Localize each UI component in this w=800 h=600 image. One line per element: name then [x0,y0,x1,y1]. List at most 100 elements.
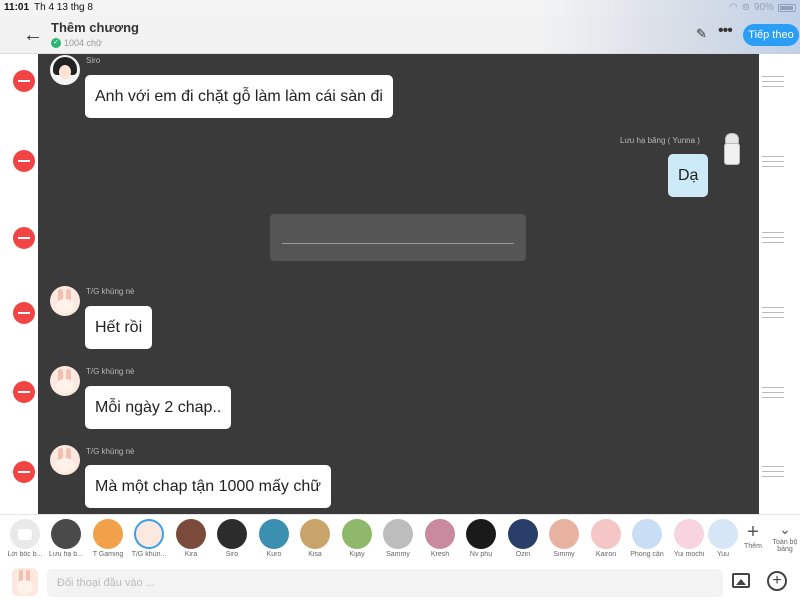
add-character-label: Thêm [744,543,762,550]
add-character-button[interactable]: + Thêm [740,521,766,550]
character-avatar [708,519,738,549]
character-item[interactable]: Kisa [296,519,334,558]
all-characters-button[interactable]: ⌄ Toàn bộ bảng [770,519,800,553]
character-name: Kira [184,551,198,558]
sender-name: Lưu hạ băng ( Yunna ) [620,136,700,145]
character-avatar [425,519,455,549]
next-button[interactable]: Tiếp theo [743,24,799,46]
add-circle-icon[interactable]: + [767,571,787,591]
sender-name: T/G khùng nè [86,287,135,296]
character-name: Kresh [430,551,450,558]
word-count: ✓ 1004 chữ [51,38,102,48]
character-avatar [217,519,247,549]
battery-percent: 90% [753,2,774,13]
wifi-icon: ◠ [728,2,738,13]
character-strip: Lời bốc b... Lưu hạ b... T Gaming T/G kh… [0,514,800,566]
remove-message-button[interactable] [13,150,35,172]
character-item[interactable]: Ozin [504,519,542,558]
character-avatar [300,519,330,549]
orientation-lock-icon: ⊚ [741,2,750,13]
edit-pencil-icon[interactable]: ✎ [696,26,707,42]
remove-column [0,54,38,514]
character-avatar [134,519,164,549]
avatar [50,366,80,396]
chevron-down-icon: ⌄ [779,521,791,537]
character-item[interactable]: Kijay [338,519,376,558]
all-characters-label: Toàn bộ bảng [772,539,798,553]
message-bubble[interactable]: Anh với em đi chặt gỗ làm làm cái sàn đi [85,75,393,118]
character-avatar [51,519,81,549]
current-speaker-avatar[interactable] [12,568,38,596]
header: ← Thêm chương ✓ 1004 chữ ✎ ••• Tiếp theo [0,0,800,54]
sender-name: T/G khùng nè [86,447,135,456]
status-date: Th 4 13 thg 8 [34,2,93,13]
more-options-icon[interactable]: ••• [718,22,733,40]
character-name: Ozin [515,551,531,558]
remove-message-button[interactable] [13,302,35,324]
remove-message-button[interactable] [13,70,35,92]
character-name: Lời bốc b... [7,551,43,558]
image-icon[interactable] [732,573,750,588]
drag-handle-icon[interactable] [762,76,784,88]
character-name: Kuro [266,551,282,558]
remove-message-button[interactable] [13,227,35,249]
character-name: Phong cận [630,551,664,558]
status-indicators: ◠ ⊚ 90% [729,2,796,13]
character-avatar [508,519,538,549]
avatar [50,286,80,316]
sender-name: Siro [86,56,101,65]
drag-handle-icon[interactable] [762,232,784,244]
character-avatar [342,519,372,549]
character-avatar [632,519,662,549]
character-item[interactable]: Yuu [708,519,738,558]
character-avatar [549,519,579,549]
character-item[interactable]: Kira [172,519,210,558]
scene-divider[interactable] [270,214,526,261]
character-name: Sammy [386,551,410,558]
remove-message-button[interactable] [13,461,35,483]
message-bubble[interactable]: Hết rồi [85,306,153,349]
character-item[interactable]: Kresh [421,519,459,558]
message-bubble[interactable]: Dạ [668,154,709,197]
dialogue-input[interactable] [47,569,723,597]
character-item[interactable]: Sammy [379,519,417,558]
plus-icon: + [747,521,759,543]
character-avatar [466,519,496,549]
check-icon: ✓ [51,38,61,48]
battery-icon [778,3,796,12]
character-name: Kijay [349,551,365,558]
back-arrow-icon[interactable]: ← [22,24,44,46]
character-avatar [591,519,621,549]
message-bubble[interactable]: Mỗi ngày 2 chap.. [85,386,232,429]
character-item[interactable]: Kairon [587,519,625,558]
character-name: Simmy [553,551,575,558]
avatar [50,445,80,475]
character-name: Nv phụ [469,551,493,558]
status-bar: 11:01 Th 4 13 thg 8 ◠ ⊚ 90% [0,0,800,16]
character-name: Siro [225,551,239,558]
message-bubble[interactable]: Mà một chap tận 1000 mấy chữ [85,465,331,508]
character-name: Kairon [595,551,617,558]
character-name: Lưu hạ b... [49,551,83,558]
narrator-icon [10,519,40,549]
drag-handle-icon[interactable] [762,156,784,168]
character-item[interactable]: Siro [213,519,251,558]
character-item[interactable]: Kuro [255,519,293,558]
drag-handle-icon[interactable] [762,466,784,478]
character-narrator[interactable]: Lời bốc b... [6,519,44,558]
character-item[interactable]: Yui mochi [670,519,708,558]
character-item[interactable]: Phong cận [628,519,666,558]
remove-message-button[interactable] [13,381,35,403]
character-item-selected[interactable]: T/G khùn... [130,519,168,558]
character-item[interactable]: Lưu hạ b... [47,519,85,558]
drag-handle-icon[interactable] [762,387,784,399]
status-time: 11:01 [4,2,30,13]
character-avatar [383,519,413,549]
character-name: Yui mochi [673,551,705,558]
drag-handle-icon[interactable] [762,307,784,319]
character-item[interactable]: Nv phụ [462,519,500,558]
character-avatar [176,519,206,549]
character-item[interactable]: Simmy [545,519,583,558]
character-item[interactable]: T Gaming [89,519,127,558]
page-title: Thêm chương [51,20,139,35]
